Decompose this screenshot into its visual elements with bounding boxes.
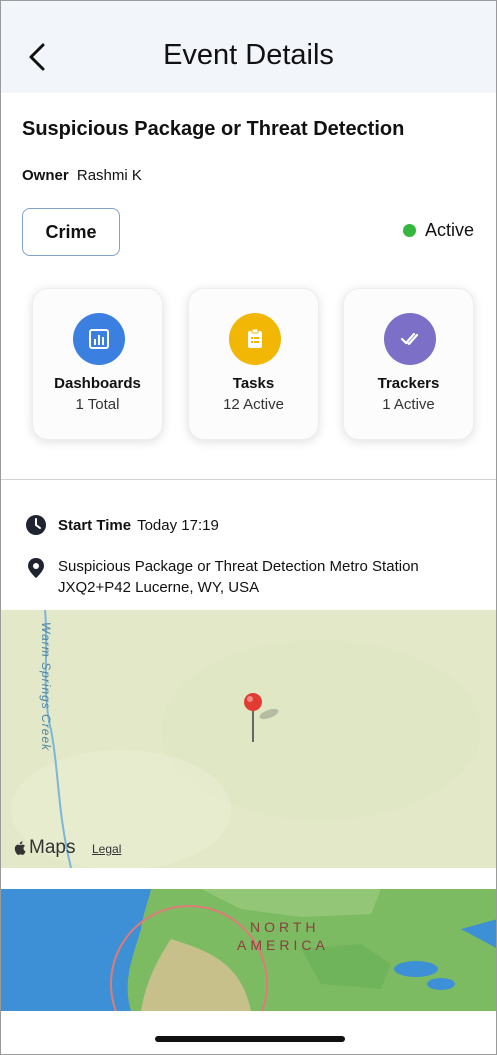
map-terrain xyxy=(1,610,496,868)
location-line-1: Suspicious Package or Threat Detection M… xyxy=(58,558,419,575)
location-row: Suspicious Package or Threat Detection M… xyxy=(25,556,419,598)
bar-chart-icon xyxy=(73,313,125,365)
maps-brand-text: Maps xyxy=(29,837,76,858)
dashboards-card[interactable]: Dashboards 1 Total xyxy=(32,288,163,440)
tasks-card[interactable]: Tasks 12 Active xyxy=(188,288,319,440)
start-time-value: Today 17:19 xyxy=(137,516,219,534)
continent-label-line-1: NORTH xyxy=(250,919,320,935)
legal-link[interactable]: Legal xyxy=(92,842,121,856)
status-indicator: Active xyxy=(402,220,474,241)
card-subtitle: 1 Active xyxy=(382,396,435,413)
status-text: Active xyxy=(424,220,474,240)
clock-icon xyxy=(26,515,46,535)
double-check-icon xyxy=(384,313,436,365)
trackers-card[interactable]: Trackers 1 Active xyxy=(343,288,474,440)
owner-row: Owner Rashmi K xyxy=(22,167,142,184)
apple-logo-icon xyxy=(14,841,26,855)
continent-label-line-2: AMERICA xyxy=(237,937,329,953)
maps-brand: Maps xyxy=(13,837,75,859)
summary-cards: Dashboards 1 Total Tasks 12 Active Track… xyxy=(32,288,475,440)
card-subtitle: 1 Total xyxy=(75,396,120,413)
card-title: Dashboards xyxy=(54,375,141,392)
location-text: Suspicious Package or Threat Detection M… xyxy=(58,556,419,598)
section-divider xyxy=(1,479,496,480)
card-title: Tasks xyxy=(232,375,275,392)
home-indicator[interactable] xyxy=(155,1036,345,1042)
start-time-label: Start Time xyxy=(58,516,132,534)
world-map[interactable]: NORTH AMERICA xyxy=(1,889,496,1011)
location-map[interactable]: Warm Springs Creek Maps Legal xyxy=(1,610,496,868)
event-title: Suspicious Package or Threat Detection xyxy=(22,118,405,140)
category-chip[interactable]: Crime xyxy=(22,208,120,256)
owner-name: Rashmi K xyxy=(76,167,142,184)
start-time-row: Start Time Today 17:19 xyxy=(25,514,219,536)
card-subtitle: 12 Active xyxy=(223,396,284,413)
location-pin-icon xyxy=(28,558,44,578)
card-title: Trackers xyxy=(377,375,440,392)
creek-label: Warm Springs Creek xyxy=(39,622,53,752)
location-line-2: JXQ2+P42 Lucerne, WY, USA xyxy=(58,579,260,596)
clipboard-icon xyxy=(229,313,281,365)
status-dot-icon xyxy=(402,224,416,237)
page-title: Event Details xyxy=(163,39,334,71)
owner-label: Owner xyxy=(22,167,69,184)
top-bar: Event Details xyxy=(1,1,496,93)
screen: Event Details Suspicious Package or Thre… xyxy=(0,0,497,1055)
